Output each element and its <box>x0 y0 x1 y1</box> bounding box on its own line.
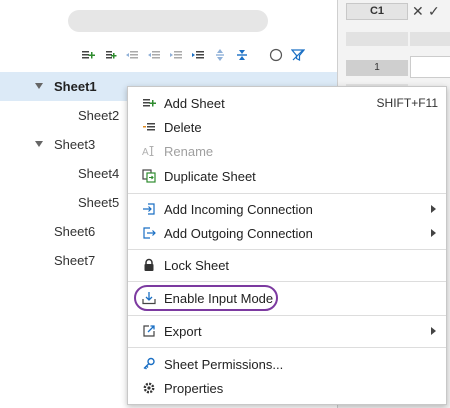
grid-cell[interactable] <box>410 56 450 78</box>
add-child-sheet-icon[interactable] <box>102 47 118 63</box>
submenu-arrow-icon <box>431 205 436 213</box>
tree-item-label: Sheet2 <box>78 108 120 123</box>
menu-item-label: Duplicate Sheet <box>164 168 256 184</box>
menu-item-properties[interactable]: Properties <box>128 376 446 400</box>
indent-icon[interactable] <box>168 47 184 63</box>
menu-divider <box>128 249 446 250</box>
tree-item-label: Sheet1 <box>54 79 97 94</box>
column-header-bar <box>346 32 408 46</box>
column-header-bar <box>410 32 450 46</box>
input-mode-icon <box>141 290 157 306</box>
menu-item-enable-input-mode[interactable]: Enable Input Mode <box>128 286 446 310</box>
caret-down-icon[interactable] <box>35 141 43 147</box>
delete-icon <box>141 119 157 135</box>
outgoing-connection-icon <box>141 225 157 241</box>
menu-item-shortcut: SHIFT+F11 <box>376 96 438 110</box>
outdent-left-icon[interactable] <box>146 47 162 63</box>
menu-item-label: Lock Sheet <box>164 257 230 273</box>
export-icon <box>141 323 157 339</box>
permissions-icon <box>141 356 157 372</box>
outdent-icon[interactable] <box>124 47 140 63</box>
add-sheet-icon <box>141 95 157 111</box>
menu-item-label: Delete <box>164 119 202 135</box>
menu-item-label: Enable Input Mode <box>164 290 274 306</box>
gear-icon <box>141 380 157 396</box>
tree-item-label: Sheet6 <box>54 224 96 239</box>
caret-down-icon[interactable] <box>35 83 43 89</box>
menu-item-add-sheet[interactable]: Add Sheet SHIFT+F11 <box>128 91 446 115</box>
incoming-connection-icon <box>141 201 157 217</box>
indent-right-icon[interactable] <box>190 47 206 63</box>
filter-icon[interactable] <box>290 47 306 63</box>
move-updown-icon[interactable] <box>212 47 228 63</box>
menu-divider <box>128 193 446 194</box>
menu-item-delete[interactable]: Delete <box>128 115 446 139</box>
sheet-context-menu: Add Sheet SHIFT+F11 Delete A Rename Dupl… <box>127 86 447 405</box>
menu-item-lock-sheet[interactable]: Lock Sheet <box>128 253 446 277</box>
sidebar-toolbar <box>80 46 312 64</box>
sidebar-search-field[interactable] <box>68 10 268 32</box>
confirm-edit-icon[interactable]: ✓ <box>428 3 440 20</box>
tree-item-label: Sheet3 <box>54 137 96 152</box>
duplicate-icon <box>141 168 157 184</box>
lock-icon <box>141 257 157 273</box>
collapse-icon[interactable] <box>234 47 250 63</box>
submenu-arrow-icon <box>431 229 436 237</box>
menu-item-sheet-permissions[interactable]: Sheet Permissions... <box>128 352 446 376</box>
menu-divider <box>128 281 446 282</box>
menu-item-add-incoming-connection[interactable]: Add Incoming Connection <box>128 197 446 221</box>
menu-item-rename: A Rename <box>128 139 446 163</box>
add-sheet-icon[interactable] <box>80 47 96 63</box>
menu-divider <box>128 315 446 316</box>
menu-item-label: Sheet Permissions... <box>164 356 284 372</box>
menu-divider <box>128 347 446 348</box>
menu-item-label: Rename <box>164 143 214 159</box>
menu-item-export[interactable]: Export <box>128 319 446 343</box>
menu-item-label: Add Incoming Connection <box>164 201 313 217</box>
row-number[interactable]: 1 <box>346 60 408 76</box>
tree-item-label: Sheet7 <box>54 253 96 268</box>
circle-icon[interactable] <box>268 47 284 63</box>
svg-text:A: A <box>142 147 149 158</box>
cancel-edit-icon[interactable]: ✕ <box>412 3 424 20</box>
menu-item-label: Add Outgoing Connection <box>164 225 313 241</box>
submenu-arrow-icon <box>431 327 436 335</box>
cell-reference-box[interactable]: C1 <box>346 3 408 20</box>
menu-item-duplicate-sheet[interactable]: Duplicate Sheet <box>128 164 446 188</box>
tree-item-label: Sheet5 <box>78 195 120 210</box>
menu-item-label: Properties <box>164 380 224 396</box>
menu-item-label: Add Sheet <box>164 95 225 111</box>
menu-item-label: Export <box>164 323 202 339</box>
rename-icon: A <box>141 143 157 159</box>
tree-item-label: Sheet4 <box>78 166 120 181</box>
menu-item-add-outgoing-connection[interactable]: Add Outgoing Connection <box>128 221 446 245</box>
